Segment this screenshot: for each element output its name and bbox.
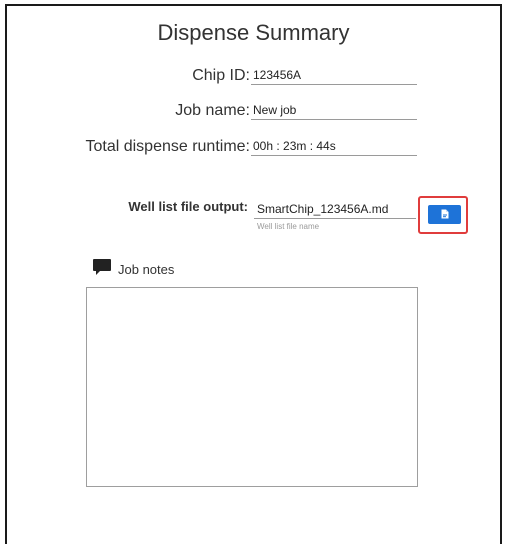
job-notes-label: Job notes [118,261,175,277]
well-list-helper-text: Well list file name [257,222,320,231]
runtime-value: 00h : 23m : 44s [251,138,417,156]
runtime-label: Total dispense runtime: [85,138,250,155]
well-list-file-input[interactable] [254,199,416,219]
chip-id-label: Chip ID: [192,67,250,84]
job-name-value: New job [251,102,417,120]
well-list-label: Well list file output: [128,199,248,214]
job-notes-header: Job notes [92,258,175,281]
page-title: Dispense Summary [157,20,350,45]
job-notes-textarea[interactable] [86,287,418,487]
file-icon [441,207,449,222]
chip-id-value: 123456A [251,67,417,85]
job-name-label: Job name: [175,102,250,119]
save-file-button[interactable] [428,205,461,224]
comment-icon [92,258,112,281]
